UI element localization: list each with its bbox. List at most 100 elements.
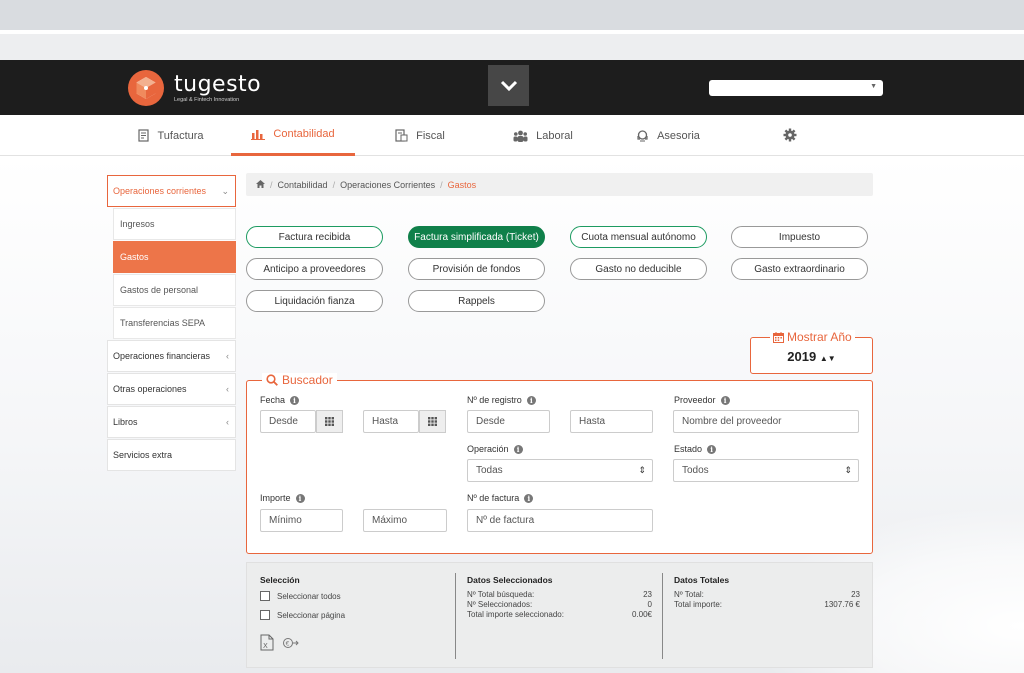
sidebar-subitem-ingresos[interactable]: Ingresos xyxy=(113,208,236,240)
chevron-left-icon: ‹ xyxy=(226,351,229,361)
select-all-label: Seleccionar todos xyxy=(277,591,341,601)
tab-label: Laboral xyxy=(536,129,573,142)
pill-impuesto[interactable]: Impuesto xyxy=(731,226,868,248)
info-icon[interactable]: i xyxy=(295,493,305,503)
sidebar-subitem-gastos-personal[interactable]: Gastos de personal xyxy=(113,274,236,306)
tab-asesoria[interactable]: Asesoria xyxy=(626,115,710,156)
chevron-down-icon xyxy=(500,80,517,91)
info-icon[interactable]: i xyxy=(290,395,300,405)
select-value: Todas xyxy=(476,465,503,476)
pill-label: Liquidación fianza xyxy=(274,295,355,307)
fecha-hasta-calendar-button[interactable] xyxy=(419,410,446,433)
sidebar-subitem-gastos[interactable]: Gastos xyxy=(113,241,236,273)
proveedor-label: Proveedor i xyxy=(674,395,730,405)
datos-totales-column: Datos Totales Nº Total: 23 Total importe:… xyxy=(674,575,860,610)
year-legend: Mostrar Año xyxy=(770,330,855,344)
pill-label: Factura simplificada (Ticket) xyxy=(414,231,539,243)
tab-contabilidad[interactable]: Contabilidad xyxy=(231,115,355,156)
brand-logo[interactable]: tugesto Legal & Fintech Innovation xyxy=(127,69,261,107)
year-legend-label: Mostrar Año xyxy=(787,330,852,344)
pill-label: Gasto extraordinario xyxy=(754,263,845,275)
breadcrumb-link[interactable]: Operaciones Corrientes xyxy=(340,180,435,190)
info-icon[interactable]: i xyxy=(524,493,534,503)
select-all-checkbox[interactable] xyxy=(260,591,270,601)
svg-text:€: € xyxy=(286,640,290,647)
field-label-text: Nº de registro xyxy=(467,395,522,405)
registro-label: Nº de registro i xyxy=(467,395,536,405)
info-icon[interactable]: i xyxy=(526,395,536,405)
breadcrumb-link[interactable]: Contabilidad xyxy=(278,180,328,190)
fecha-hasta-input[interactable]: Hasta xyxy=(363,410,419,433)
pill-rappels[interactable]: Rappels xyxy=(408,290,545,312)
pill-liquidacion-fianza[interactable]: Liquidación fianza xyxy=(246,290,383,312)
info-icon[interactable]: i xyxy=(707,444,717,454)
fecha-label: Fecha i xyxy=(260,395,300,405)
euro-export-icon[interactable]: € xyxy=(282,637,300,649)
pill-factura-recibida[interactable]: Factura recibida xyxy=(246,226,383,248)
input-placeholder: Mínimo xyxy=(269,515,302,526)
excel-export-icon[interactable]: X xyxy=(260,634,274,651)
pill-cuota-mensual[interactable]: Cuota mensual autónomo xyxy=(570,226,707,248)
sidebar-item-label: Libros xyxy=(113,417,138,427)
fecha-desde-calendar-button[interactable] xyxy=(316,410,343,433)
pill-label: Provisión de fondos xyxy=(432,263,521,275)
tab-label: Asesoria xyxy=(657,129,700,142)
year-selector[interactable]: Mostrar Año 2019 ▲▼ xyxy=(750,330,873,374)
tab-laboral[interactable]: Laboral xyxy=(503,115,583,156)
seleccionados-row: Nº Seleccionados: 0 xyxy=(467,600,652,610)
pill-gasto-extraordinario[interactable]: Gasto extraordinario xyxy=(731,258,868,280)
pill-gasto-no-deducible[interactable]: Gasto no deducible xyxy=(570,258,707,280)
importe-minimo-input[interactable]: Mínimo xyxy=(260,509,343,532)
select-caret-icon: ▼ xyxy=(870,83,877,90)
sidebar-item-operaciones-corrientes[interactable]: Operaciones corrientes ⌄ xyxy=(107,175,236,207)
info-icon[interactable]: i xyxy=(513,444,523,454)
estado-select[interactable]: Todos ⇕ xyxy=(673,459,859,482)
field-label-text: Operación xyxy=(467,444,509,454)
fecha-desde-input[interactable]: Desde xyxy=(260,410,316,433)
sidebar-item-libros[interactable]: Libros ‹ xyxy=(107,406,236,438)
pill-factura-simplificada[interactable]: Factura simplificada (Ticket) xyxy=(408,226,545,248)
browser-strip xyxy=(0,34,1024,60)
sidebar-subitem-label: Gastos xyxy=(120,252,149,262)
calendar-icon xyxy=(773,331,784,343)
factura-input[interactable]: Nº de factura xyxy=(467,509,653,532)
sidebar-subitem-transferencias-sepa[interactable]: Transferencias SEPA xyxy=(113,307,236,339)
factura-label: Nº de factura i xyxy=(467,493,534,503)
breadcrumb: / Contabilidad / Operaciones Corrientes … xyxy=(246,173,873,196)
registro-desde-input[interactable]: Desde xyxy=(467,410,550,433)
input-placeholder: Máximo xyxy=(372,515,408,526)
pill-anticipo-proveedores[interactable]: Anticipo a proveedores xyxy=(246,258,383,280)
stat-label: Nº Total: xyxy=(674,590,704,599)
info-icon[interactable]: i xyxy=(720,395,730,405)
tab-tufactura[interactable]: Tufactura xyxy=(126,115,216,156)
breadcrumb-current: Gastos xyxy=(447,179,477,190)
registro-hasta-input[interactable]: Hasta xyxy=(570,410,653,433)
company-select[interactable]: ▼ xyxy=(709,80,883,96)
chevron-down-icon: ⌄ xyxy=(221,186,229,196)
select-all-row[interactable]: Seleccionar todos xyxy=(260,591,440,601)
tab-settings[interactable] xyxy=(775,115,805,155)
bar-chart-icon xyxy=(251,128,266,140)
field-label-text: Nº de factura xyxy=(467,493,520,503)
pill-label: Factura recibida xyxy=(278,231,351,243)
sidebar-item-otras-operaciones[interactable]: Otras operaciones ‹ xyxy=(107,373,236,405)
sidebar-item-servicios-extra[interactable]: Servicios extra xyxy=(107,439,236,471)
importe-label: Importe i xyxy=(260,493,305,503)
select-page-checkbox[interactable] xyxy=(260,610,270,620)
sidebar-item-operaciones-financieras[interactable]: Operaciones financieras ‹ xyxy=(107,340,236,372)
stat-label: Nº Seleccionados: xyxy=(467,600,533,609)
home-icon[interactable] xyxy=(256,179,265,190)
pill-provision-fondos[interactable]: Provisión de fondos xyxy=(408,258,545,280)
proveedor-input[interactable]: Nombre del proveedor xyxy=(673,410,859,433)
input-placeholder: Nombre del proveedor xyxy=(682,416,782,427)
tab-label: Fiscal xyxy=(416,129,445,142)
menu-toggle-button[interactable] xyxy=(488,65,529,106)
select-page-row[interactable]: Seleccionar página xyxy=(260,610,440,620)
breadcrumb-separator: / xyxy=(440,179,443,190)
importe-maximo-input[interactable]: Máximo xyxy=(363,509,447,532)
year-value: 2019 xyxy=(787,349,817,364)
importe-seleccionado-row: Total importe seleccionado: 0.00€ xyxy=(467,610,652,620)
grid-calendar-icon xyxy=(428,417,437,426)
operacion-select[interactable]: Todas ⇕ xyxy=(467,459,653,482)
tab-fiscal[interactable]: Fiscal xyxy=(385,115,455,156)
